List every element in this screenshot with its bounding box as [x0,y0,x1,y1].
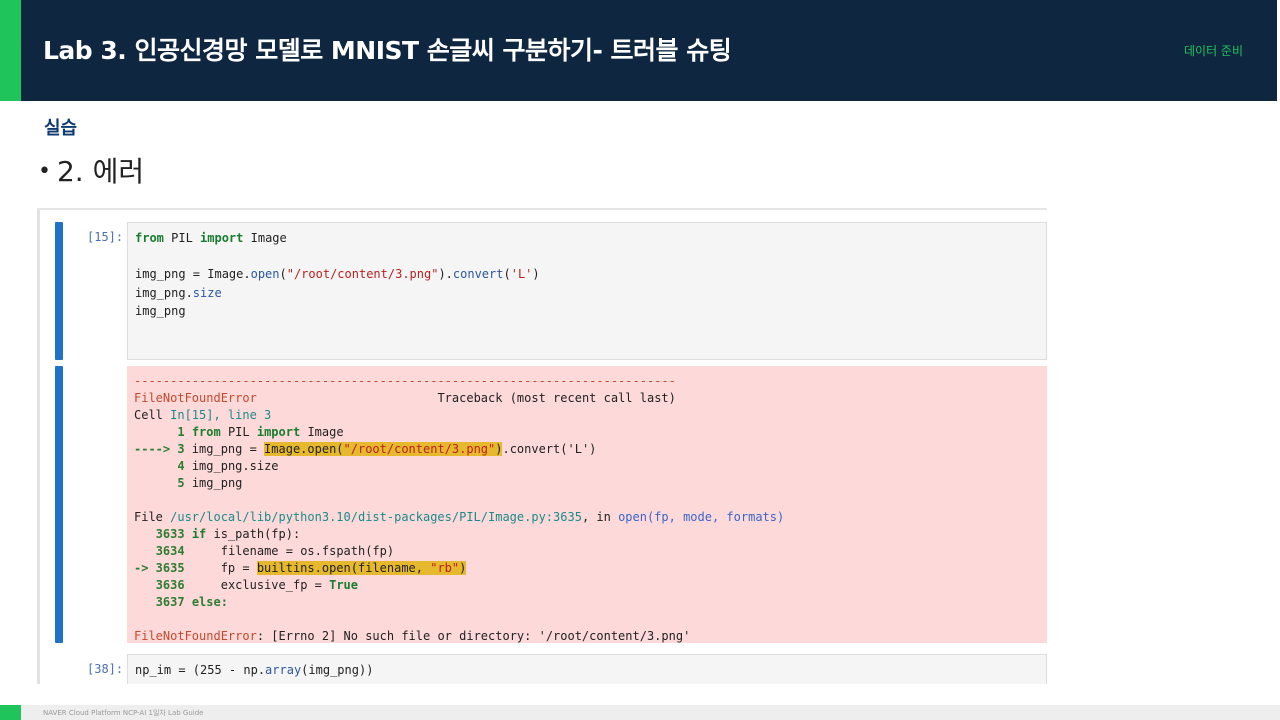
line-number: 3633 [155,527,185,541]
cell-ref-prefix: Cell [134,408,171,422]
bullet-text: 2. 에러 [56,155,145,188]
traceback-line: from PIL import Image [191,425,344,439]
file-in: , in [581,510,619,524]
highlight-str: "rb" [430,561,460,575]
line-number: 3636 [155,578,185,592]
traceback-line: img_png [191,476,243,490]
traceback-text: ----------------------------------------… [127,366,1047,652]
slide-footer: NAVER Cloud Platform NCP-AI 1일차 Lab Guid… [0,705,1280,720]
cell-selection-bar[interactable] [55,222,63,360]
section-label: 실습 [44,118,78,139]
code-line: img_png [135,303,186,318]
traceback-separator: ----------------------------------------… [134,374,676,388]
code-cell-source: from PIL import Image img_png = Image.op… [128,223,1046,326]
final-error-name: FileNotFoundError [134,629,257,643]
file-path: /usr/local/lib/python3.10/dist-packages/… [170,510,582,524]
output-selection-bar[interactable] [55,366,63,643]
line-number: 4 [177,459,185,473]
line-number: 3634 [155,544,185,558]
error-highlight: builtins.open(filename, "rb") [256,561,467,575]
line-number: 1 [177,425,185,439]
error-name: FileNotFoundError [134,391,257,405]
highlight-close: ) [459,561,467,575]
cell-reference: In[15], line 3 [170,408,272,422]
cell-prompt: [38]: [87,662,124,676]
final-error-message: : [Errno 2] No such file or directory: '… [256,629,691,643]
bullet-item: • 2. 에러 [38,150,144,190]
cell-prompt: [15]: [87,230,124,244]
function-signature: open(fp, mode, formats) [618,510,785,524]
code-line: img_png = Image.open("/root/content/3.pn… [135,267,540,282]
code-line: from PIL import Image [135,231,287,245]
notebook-screenshot: [15]: from PIL import Image img_png = Im… [37,208,1047,684]
traceback-line: exclusive_fp = True [220,578,358,592]
traceback-label: Traceback (most recent call last) [437,391,676,405]
highlight-fn: Image.open( [264,442,344,456]
file-prefix: File [134,510,171,524]
line-number: 3637 [155,595,185,609]
code-cell-input[interactable]: from PIL import Image img_png = Image.op… [127,222,1047,360]
traceback-arrow: -> 3635 [134,561,185,575]
header-accent-bar [0,0,21,101]
traceback-line: img_png.size [191,459,279,473]
notebook-left-border [37,210,40,684]
traceback-arrow: ----> 3 [134,442,192,456]
error-highlight: Image.open("/root/content/3.png") [264,442,503,456]
traceback-line: else: [191,595,228,609]
slide-title: Lab 3. 인공신경망 모델로 MNIST 손글씨 구분하기- 트러블 슈팅 [43,36,732,65]
section-tag: 데이터 준비 [1183,44,1243,58]
highlight-str: "/root/content/3.png" [343,442,496,456]
traceback-line: if is_path(fp): [191,527,301,541]
traceback-code-tail: .convert('L') [502,442,597,456]
code-cell-source: np_im = (255 - np.array(img_png)) [128,655,1046,684]
code-line: np_im = (255 - np.array(img_png)) [135,663,374,677]
footer-text: NAVER Cloud Platform NCP-AI 1일차 Lab Guid… [43,709,204,717]
line-number: 5 [177,476,185,490]
traceback-code: img_png = [191,442,265,456]
traceback-line: filename = os.fspath(fp) [220,544,395,558]
highlight-fn: builtins.open(filename, [256,561,431,575]
traceback-code: fp = [220,561,257,575]
code-cell-input[interactable]: np_im = (255 - np.array(img_png)) [127,654,1047,684]
error-output: ----------------------------------------… [127,366,1047,643]
footer-accent-bar [0,705,21,720]
slide-header: Lab 3. 인공신경망 모델로 MNIST 손글씨 구분하기- 트러블 슈팅 … [0,0,1277,101]
bullet-marker: • [38,159,51,184]
code-line: img_png.size [135,285,222,300]
